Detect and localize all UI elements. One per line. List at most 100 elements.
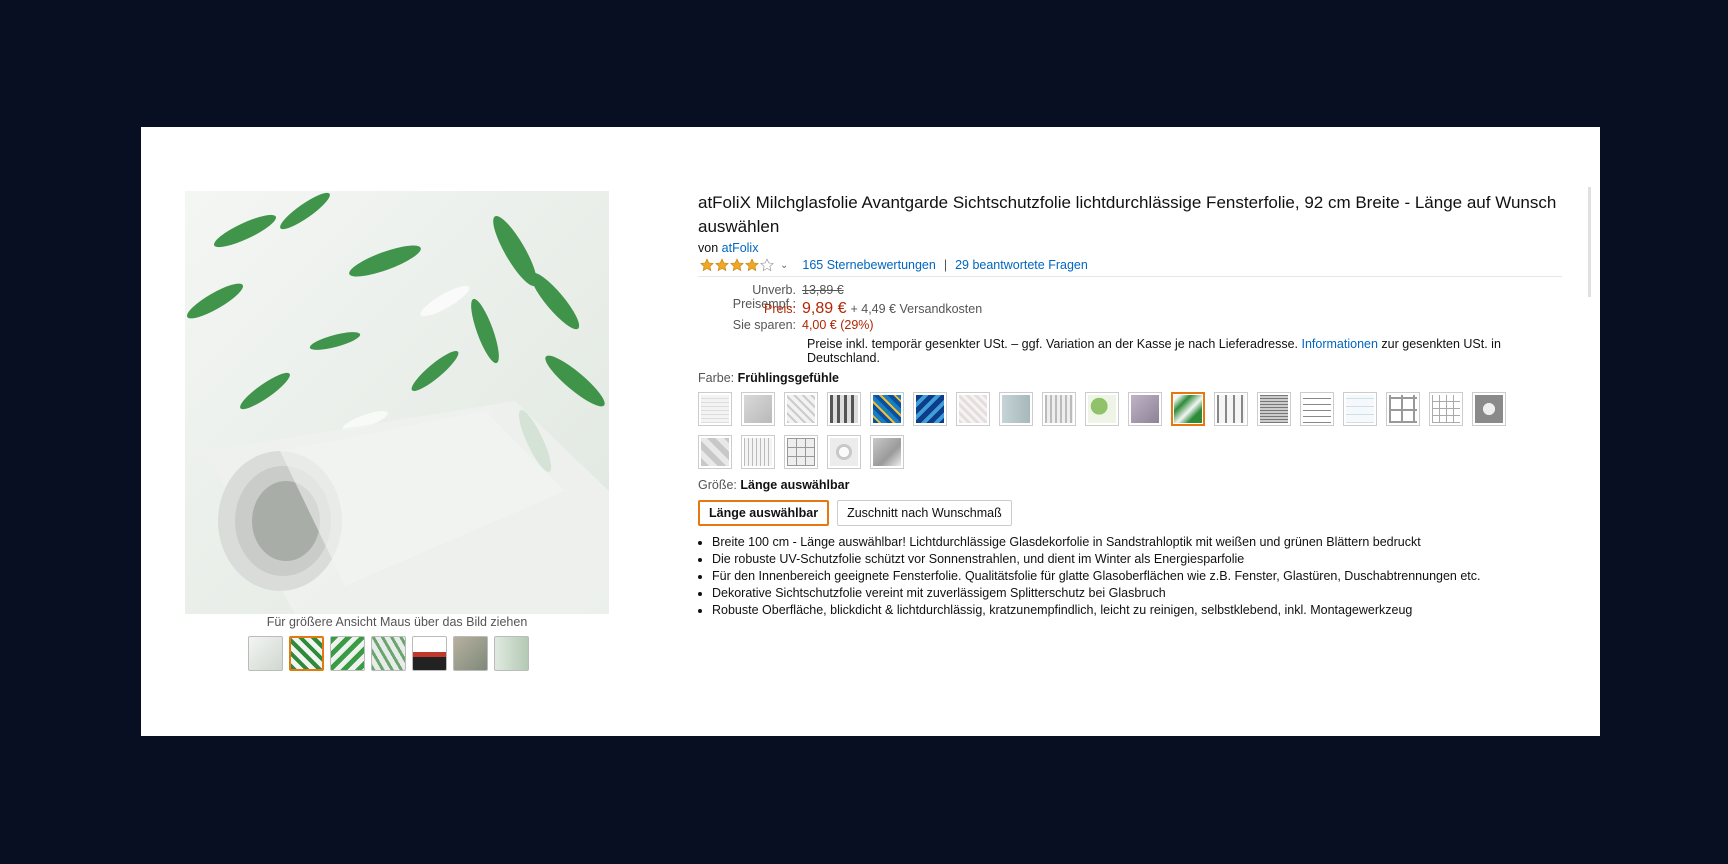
zoom-hint: Für größere Ansicht Maus über das Bild z… [266,615,528,629]
color-swatch[interactable] [1085,392,1119,426]
swatch-pattern [873,438,901,466]
price-label: Preis: [764,302,796,316]
tax-info-link[interactable]: Informationen [1301,337,1377,351]
color-swatch[interactable] [1171,392,1205,426]
color-swatch[interactable] [870,392,904,426]
chevron-down-icon[interactable]: ⌄ [780,260,788,271]
brand-link[interactable]: atFolix [722,241,759,255]
star-rating[interactable] [700,258,774,272]
color-swatch[interactable] [1128,392,1162,426]
swatch-pattern [1303,395,1331,423]
color-swatch[interactable] [999,392,1033,426]
thumbnail[interactable] [494,636,529,671]
swatch-pattern [1174,395,1202,423]
color-swatch[interactable] [1343,392,1377,426]
swatch-pattern [830,395,858,423]
swatch-pattern [1432,395,1460,423]
color-swatch[interactable] [741,392,775,426]
tax-note: Preise inkl. temporär gesenkter USt. – g… [807,337,1562,365]
swatch-pattern [701,438,729,466]
product-roll-illustration [187,192,609,614]
size-label: Größe: Länge auswählbar [698,478,1562,492]
swatch-pattern [787,395,815,423]
feature-bullet: Dekorative Sichtschutzfolie vereint mit … [712,585,1562,602]
color-swatch[interactable] [913,392,947,426]
thumbnail[interactable] [371,636,406,671]
product-details: atFoliX Milchglasfolie Avantgarde Sichts… [698,191,1562,619]
selected-color: Frühlingsgefühle [737,371,840,385]
color-swatch[interactable] [698,435,732,469]
swatch-pattern [830,438,858,466]
savings-label: Sie sparen: [732,318,796,332]
color-swatch[interactable] [1472,392,1506,426]
feature-bullet: Robuste Oberfläche, blickdicht & lichtdu… [712,602,1562,619]
product-title: atFoliX Milchglasfolie Avantgarde Sichts… [698,193,1557,236]
color-swatch[interactable] [827,435,861,469]
feature-bullet: Breite 100 cm - Länge auswählbar! Lichtd… [712,534,1562,551]
feature-bullets: Breite 100 cm - Länge auswählbar! Lichtd… [698,534,1562,619]
thumbnail[interactable] [248,636,283,671]
swatch-pattern [1045,395,1073,423]
thumbnail[interactable] [412,636,447,671]
star-filled-icon [730,258,744,272]
color-label-text: Farbe: [698,371,735,385]
swatch-pattern [1217,395,1245,423]
savings-amount: 4,00 € (29%) [802,318,874,332]
main-product-image[interactable] [185,191,609,614]
size-option-length-selectable[interactable]: Länge auswählbar [698,500,830,526]
thumbnail[interactable] [330,636,365,671]
color-swatch[interactable] [784,435,818,469]
star-filled-icon [715,258,729,272]
rating-row: ⌄ 165 Sternebewertungen | 29 beantwortet… [698,258,1562,277]
swatch-pattern [744,395,772,423]
color-swatch[interactable] [870,435,904,469]
color-swatch[interactable] [1386,392,1420,426]
byline: von atFolix [698,241,1562,255]
swatch-pattern [744,438,772,466]
swatch-pattern [1346,395,1374,423]
size-options: Länge auswählbar Zuschnitt nach Wunschma… [698,500,1562,526]
color-swatch[interactable] [827,392,861,426]
byline-prefix: von [698,241,719,255]
color-swatches [698,392,1538,469]
list-price: 13,89 € [802,283,844,297]
color-swatch[interactable] [698,392,732,426]
swatch-pattern [1002,395,1030,423]
feature-bullet: Die robuste UV-Schutzfolie schützt vor S… [712,551,1562,568]
color-swatch[interactable] [1214,392,1248,426]
color-swatch[interactable] [1429,392,1463,426]
color-swatch[interactable] [784,392,818,426]
color-label: Farbe: Frühlingsgefühle [698,371,1562,385]
swatch-pattern [1389,395,1417,423]
ratings-link[interactable]: 165 Sternebewertungen [802,258,935,272]
swatch-pattern [1088,395,1116,423]
swatch-pattern [873,395,901,423]
swatch-pattern [916,395,944,423]
shipping-cost: + 4,49 € Versandkosten [850,302,983,316]
scrollbar[interactable] [1588,187,1591,297]
star-empty-icon [760,258,774,272]
color-swatch[interactable] [741,435,775,469]
star-filled-icon [700,258,714,272]
price-table: Unverb. Preisempf.: 13,89 € Preis: 9,89 … [698,283,1562,365]
color-swatch[interactable] [956,392,990,426]
swatch-pattern [701,395,729,423]
feature-bullet: Für den Innenbereich geeignete Fensterfo… [712,568,1562,585]
color-swatch[interactable] [1300,392,1334,426]
swatch-pattern [1260,395,1288,423]
rating-separator: | [943,258,948,272]
swatch-pattern [1475,395,1503,423]
swatch-pattern [787,438,815,466]
color-swatch[interactable] [1257,392,1291,426]
questions-link[interactable]: 29 beantwortete Fragen [955,258,1088,272]
swatch-pattern [1131,395,1159,423]
thumbnail[interactable] [289,636,324,671]
swatch-pattern [959,395,987,423]
color-swatch[interactable] [1042,392,1076,426]
star-filled-icon [745,258,759,272]
price: 9,89 € [802,300,847,317]
size-label-text: Größe: [698,478,737,492]
size-option-custom-cut[interactable]: Zuschnitt nach Wunschmaß [837,500,1012,526]
thumbnail-strip [248,636,529,671]
thumbnail[interactable] [453,636,488,671]
